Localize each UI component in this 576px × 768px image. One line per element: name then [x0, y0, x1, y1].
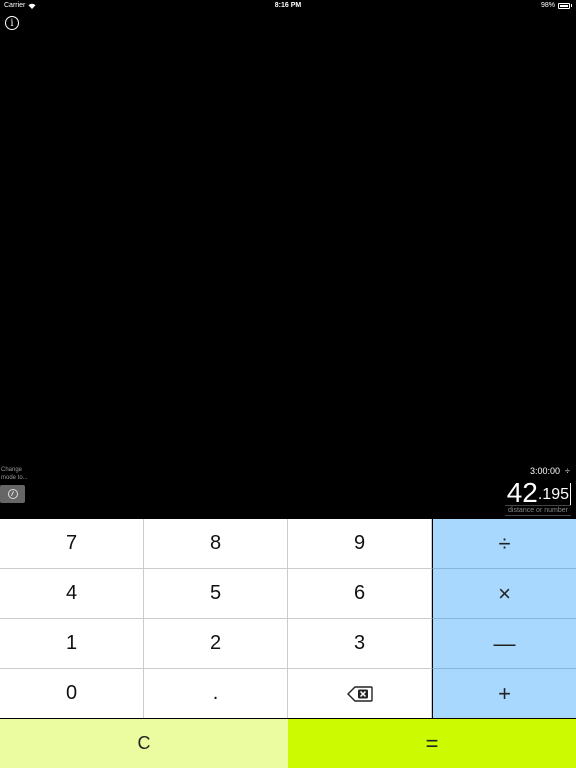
status-time: 8:16 PM — [274, 2, 302, 9]
key-7[interactable]: 7 — [0, 519, 144, 569]
keypad: 7 8 9 ÷ 4 5 6 × 1 2 3 — 0 . + — [0, 519, 576, 718]
key-subtract[interactable]: — — [432, 619, 576, 669]
status-bar: Carrier 8:16 PM 98% — [0, 0, 576, 12]
key-4[interactable]: 4 — [0, 569, 144, 619]
key-2[interactable]: 2 — [144, 619, 288, 669]
key-1[interactable]: 1 — [0, 619, 144, 669]
key-8[interactable]: 8 — [144, 519, 288, 569]
stopwatch-icon — [7, 489, 18, 499]
pending-operator: ÷ — [565, 466, 570, 476]
key-backspace[interactable] — [288, 669, 432, 718]
pending-expression: 3:00:00 ÷ — [530, 466, 570, 476]
main-display: 42 .195 — [507, 478, 571, 508]
key-5[interactable]: 5 — [144, 569, 288, 619]
battery-tip — [571, 4, 572, 7]
status-battery: 98% — [541, 2, 572, 9]
input-hint: distance or number — [505, 505, 571, 516]
change-mode-label-line2: mode to... — [1, 475, 28, 481]
key-add[interactable]: + — [432, 669, 576, 718]
clear-button[interactable]: C — [0, 719, 288, 768]
battery-percent: 98% — [540, 2, 555, 9]
backspace-icon — [346, 685, 373, 702]
battery-icon — [558, 2, 570, 9]
key-9[interactable]: 9 — [288, 519, 432, 569]
key-0[interactable]: 0 — [0, 669, 144, 718]
key-6[interactable]: 6 — [288, 569, 432, 619]
change-mode-label-line1: Change — [1, 467, 23, 473]
change-mode-button[interactable] — [0, 485, 25, 503]
change-mode-label: Change mode to... — [1, 466, 35, 482]
pending-time-value: 3:00:00 — [530, 466, 561, 476]
key-divide[interactable]: ÷ — [432, 519, 576, 569]
text-cursor — [570, 483, 571, 505]
main-value-fraction: .195 — [537, 486, 569, 503]
main-value-integer: 42 — [506, 477, 538, 508]
key-decimal[interactable]: . — [144, 669, 288, 718]
key-3[interactable]: 3 — [288, 619, 432, 669]
bottom-row: C = — [0, 718, 576, 768]
key-multiply[interactable]: × — [432, 569, 576, 619]
equals-button[interactable]: = — [288, 719, 576, 768]
info-icon: i — [10, 18, 14, 29]
info-button[interactable]: i — [5, 16, 19, 30]
